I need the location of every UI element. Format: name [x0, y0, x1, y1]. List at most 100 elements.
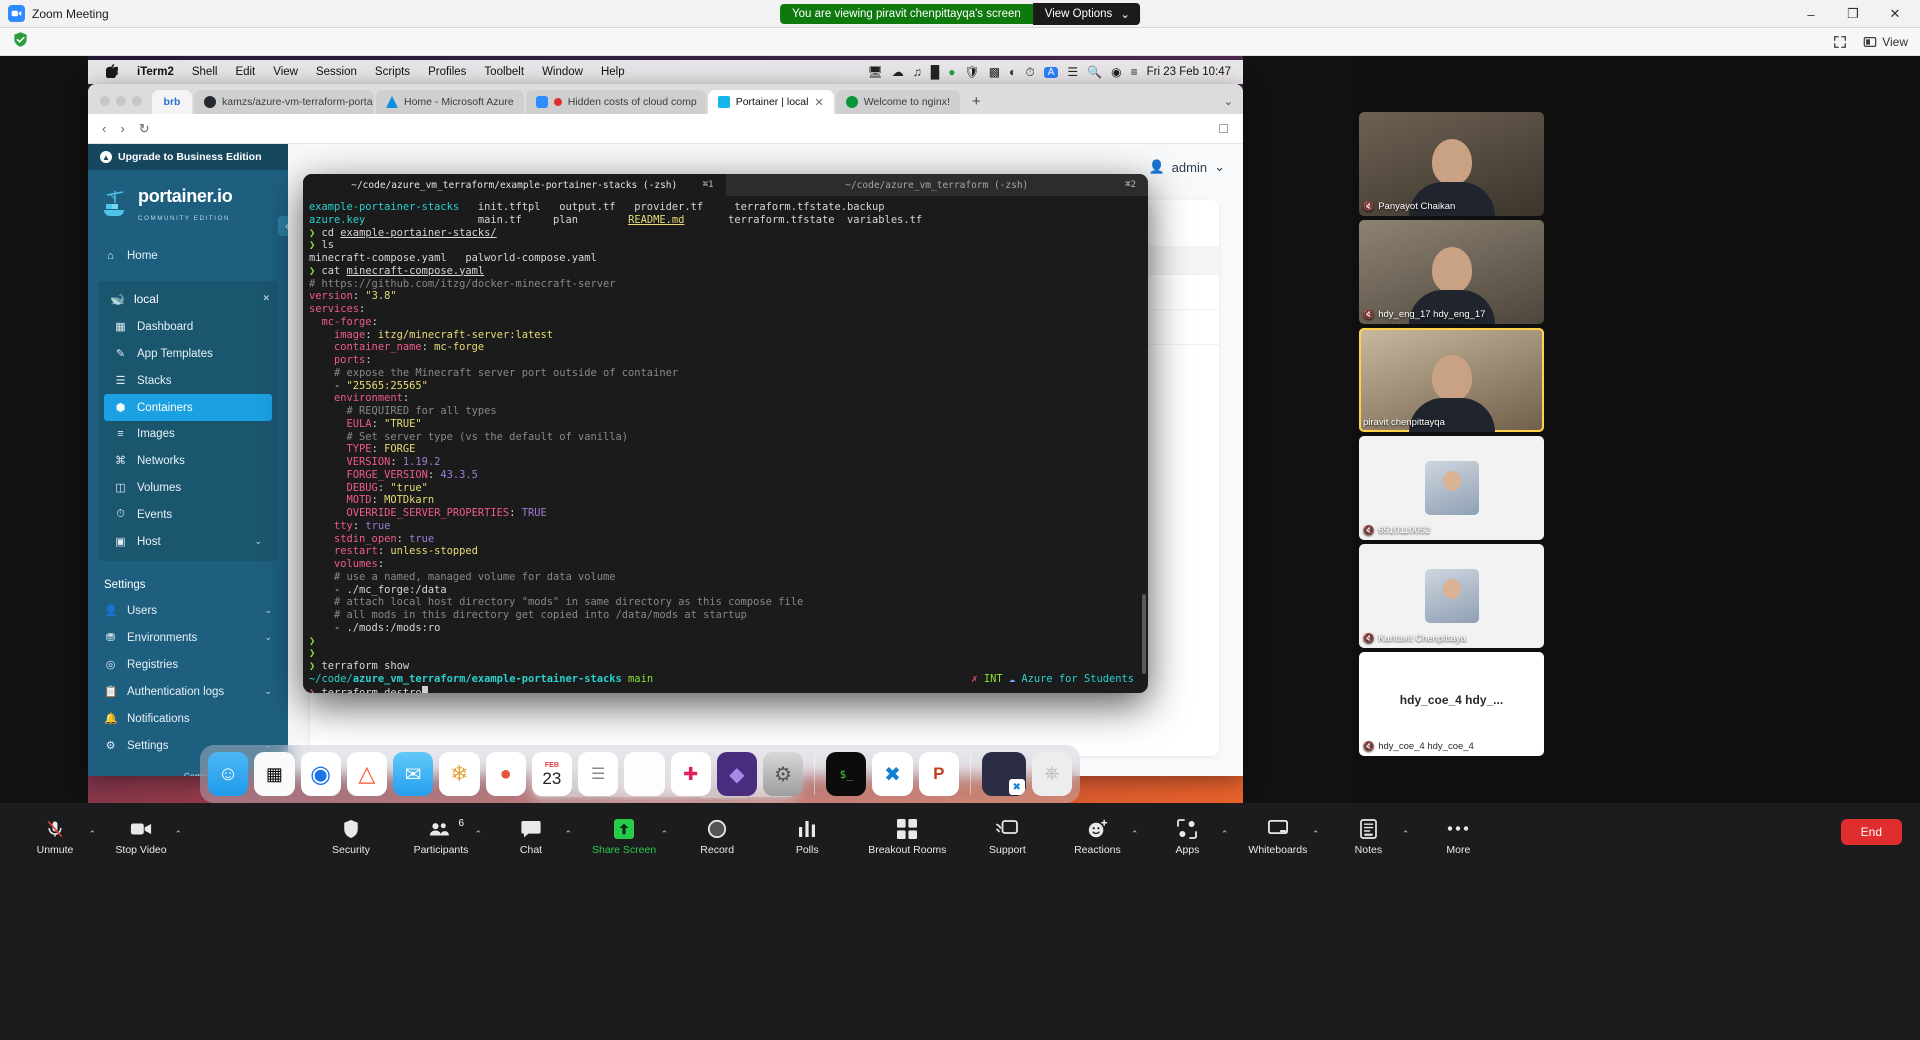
sidebar-item-images[interactable]: ≡ Images — [98, 421, 278, 447]
reload-button[interactable]: ↻ — [139, 121, 150, 137]
toolbar-button-security[interactable]: Security — [322, 819, 380, 856]
chevron-down-icon[interactable]: ⌄ — [264, 632, 272, 643]
toolbar-button-unmute[interactable]: Unmute⌃ — [26, 819, 84, 856]
sidebar-item-environments[interactable]: ⛃ Environments ⌄ — [88, 624, 288, 651]
participant-tile[interactable]: piravit chenpittayqa — [1359, 328, 1544, 432]
browser-tab-github[interactable]: kamzs/azure-vm-terraform-porta — [194, 90, 374, 114]
end-meeting-button[interactable]: End — [1841, 819, 1902, 845]
sidebar-item-networks[interactable]: ⌘ Networks — [98, 447, 278, 474]
toolbar-button-support[interactable]: Support — [978, 819, 1036, 856]
brave-browser-icon[interactable]: △ — [347, 752, 387, 796]
toolbar-button-chat[interactable]: Chat⌃ — [502, 819, 560, 856]
enter-fullscreen-button[interactable] — [1833, 35, 1847, 49]
chevron-up-icon[interactable]: ⌃ — [174, 829, 182, 840]
camera-green-icon[interactable]: ● — [948, 65, 955, 79]
portainer-logo[interactable]: portainer.io COMMUNITY EDITION — [88, 170, 288, 243]
browser-tab-azure[interactable]: Home - Microsoft Azure — [376, 90, 524, 114]
slack-icon[interactable]: ✚ — [671, 752, 711, 796]
bookmark-icon[interactable]: ☐ — [1218, 122, 1229, 136]
sidebar-item-host[interactable]: ▣ Host ⌄ — [98, 528, 278, 555]
powerpoint-icon[interactable]: P — [919, 752, 959, 796]
cpu-monitor-icon[interactable]: █ — [931, 65, 940, 79]
chevron-down-icon[interactable]: ⌄ — [1214, 95, 1243, 114]
participant-tile[interactable]: hdy_coe_4 hdy_...🔇hdy_coe_4 hdy_coe_4 — [1359, 652, 1544, 756]
reminders-icon[interactable]: ☰ — [578, 752, 618, 796]
maximize-button[interactable]: ❐ — [1840, 3, 1866, 25]
toolbar-button-more[interactable]: More — [1429, 819, 1487, 856]
menu-item-view[interactable]: View — [264, 66, 307, 78]
minimize-window-light[interactable] — [116, 96, 126, 106]
chevron-up-icon[interactable]: ⌃ — [1312, 829, 1320, 840]
menu-item-toolbelt[interactable]: Toolbelt — [475, 66, 533, 78]
user-menu[interactable]: 👤 admin ⌄ — [1148, 159, 1225, 175]
active-app-name[interactable]: iTerm2 — [128, 66, 183, 78]
toolbar-button-notes[interactable]: Notes⌃ — [1339, 819, 1397, 856]
shield-icon[interactable]: 🛡 — [965, 65, 980, 79]
system-settings-icon[interactable]: ⚙ — [763, 752, 803, 796]
chevron-down-icon[interactable]: ⌄ — [254, 536, 262, 547]
toolbar-button-record[interactable]: Record — [688, 819, 746, 856]
toolbar-button-apps[interactable]: Apps⌃ — [1158, 819, 1216, 856]
forward-button[interactable]: › — [120, 121, 124, 136]
toolbar-button-breakout-rooms[interactable]: Breakout Rooms — [868, 819, 946, 856]
wifi-icon[interactable]: ◐ — [1009, 65, 1016, 79]
chevron-up-icon[interactable]: ⌃ — [1221, 829, 1229, 840]
browser-tab-zoom-webinar[interactable]: Hidden costs of cloud comp — [526, 90, 706, 114]
notes-icon[interactable] — [624, 752, 664, 796]
sidebar-item-registries[interactable]: ◎ Registries — [88, 651, 288, 678]
view-menu-button[interactable]: View — [1863, 35, 1908, 49]
input-source-icon[interactable]: A — [1044, 67, 1059, 78]
sidebar-item-users[interactable]: 👤 Users ⌄ — [88, 597, 288, 624]
apple-menu-icon[interactable] — [96, 64, 128, 81]
menu-item-profiles[interactable]: Profiles — [419, 66, 475, 78]
close-tab-icon[interactable]: ✕ — [814, 96, 823, 109]
close-button[interactable]: ✕ — [1882, 3, 1908, 25]
menu-item-session[interactable]: Session — [307, 66, 366, 78]
browser-tab-portainer[interactable]: Portainer | local ✕ — [708, 90, 834, 114]
toolbar-button-polls[interactable]: Polls — [778, 819, 836, 856]
chevron-up-icon[interactable]: ⌃ — [564, 829, 572, 840]
sidebar-item-events[interactable]: ⏱ Events — [98, 501, 278, 528]
sidebar-item-authentication-logs[interactable]: 📋 Authentication logs ⌄ — [88, 678, 288, 705]
menu-list-icon[interactable]: ≡ — [1131, 65, 1138, 79]
toolbar-button-stop-video[interactable]: Stop Video⌃ — [112, 819, 170, 856]
menu-item-window[interactable]: Window — [533, 66, 592, 78]
search-icon[interactable]: 🔍 — [1087, 65, 1102, 79]
toolbar-button-reactions[interactable]: Reactions⌃ — [1068, 819, 1126, 856]
menubar-clock[interactable]: Fri 23 Feb 10:47 — [1147, 66, 1231, 78]
siri-icon[interactable]: ◉ — [1111, 65, 1121, 79]
chevron-down-icon[interactable]: ⌄ — [264, 605, 272, 616]
close-icon[interactable]: ✕ — [262, 293, 270, 304]
google-chrome-icon[interactable]: ◉ — [301, 752, 341, 796]
mail-icon[interactable]: ✉ — [393, 752, 433, 796]
finder-icon[interactable]: ☺ — [208, 752, 248, 796]
chevron-up-icon[interactable]: ⌃ — [88, 829, 96, 840]
back-button[interactable]: ‹ — [102, 121, 106, 136]
environment-selector[interactable]: 🐋 local ✕ — [98, 285, 278, 313]
iterm-tab-2[interactable]: ~/code/azure_vm_terraform (-zsh) ⌘2 — [726, 174, 1149, 196]
preview-icon[interactable]: ● — [486, 752, 526, 796]
sidebar-item-volumes[interactable]: ◫ Volumes — [98, 474, 278, 501]
upgrade-banner[interactable]: ▲ Upgrade to Business Edition — [88, 144, 288, 170]
participant-tile[interactable]: 🔇Panyayot Chaikan — [1359, 112, 1544, 216]
clock-status-icon[interactable]: ⏱ — [1025, 65, 1034, 80]
control-center-icon[interactable]: ☰ — [1067, 65, 1078, 79]
new-tab-button[interactable]: + — [962, 93, 991, 114]
calendar-icon[interactable]: FEB 23 — [532, 752, 572, 796]
sidebar-item-containers[interactable]: ⬢ Containers — [104, 394, 272, 421]
toolbar-button-share-screen[interactable]: Share Screen⌃ — [592, 819, 656, 856]
iterm-tab-1[interactable]: ~/code/azure_vm_terraform/example-portai… — [303, 174, 726, 196]
vscode-window-thumb-icon[interactable]: ✖ — [982, 752, 1026, 796]
sidebar-item-app-templates[interactable]: ✎ App Templates — [98, 340, 278, 367]
launchpad-icon[interactable]: ▦ — [254, 752, 294, 796]
sidebar-item-home[interactable]: ⌂ Home — [88, 243, 288, 269]
chevron-up-icon[interactable]: ⌃ — [1402, 829, 1410, 840]
screen-share-icon[interactable]: 🖥 — [868, 65, 883, 79]
sidebar-item-notifications[interactable]: 🔔 Notifications — [88, 705, 288, 732]
sidebar-item-stacks[interactable]: ☰ Stacks — [98, 367, 278, 394]
browser-tab-nginx[interactable]: Welcome to nginx! — [836, 90, 960, 114]
participant-tile[interactable]: 🔇hdy_eng_17 hdy_eng_17 — [1359, 220, 1544, 324]
participant-tile[interactable]: 🔇6510110052 — [1359, 436, 1544, 540]
menu-item-scripts[interactable]: Scripts — [366, 66, 419, 78]
volume-icon[interactable]: ♫ — [913, 65, 922, 79]
